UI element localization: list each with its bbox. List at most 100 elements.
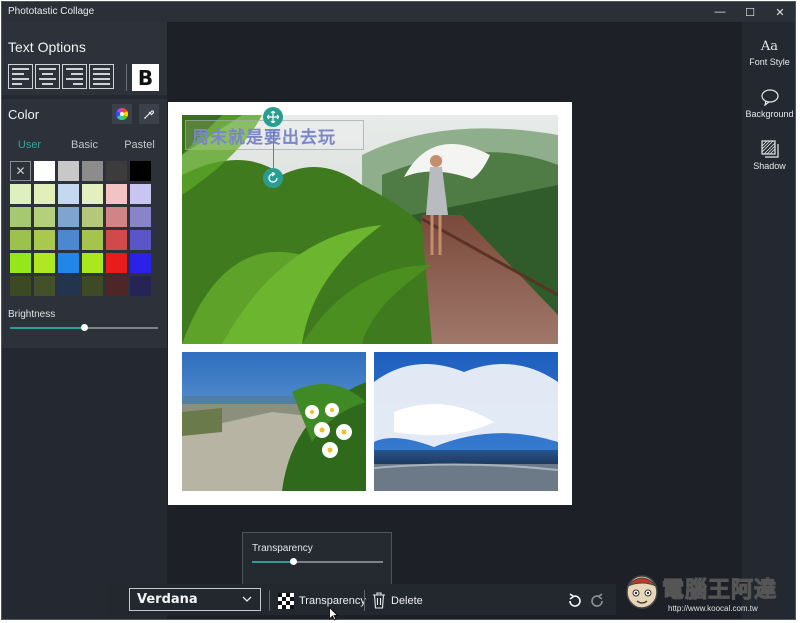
tab-basic[interactable]: Basic <box>57 139 112 151</box>
color-swatch[interactable] <box>82 161 103 181</box>
align-center-button[interactable] <box>35 64 60 89</box>
tab-pastel[interactable]: Pastel <box>112 139 167 151</box>
brightness-slider-fill <box>10 327 84 329</box>
color-swatch[interactable] <box>34 230 55 250</box>
color-swatch[interactable] <box>130 207 151 227</box>
color-swatch[interactable] <box>106 207 127 227</box>
color-swatch[interactable] <box>58 230 79 250</box>
color-title: Color <box>8 107 40 122</box>
color-swatch[interactable] <box>34 276 55 296</box>
redo-button[interactable] <box>590 590 606 611</box>
maximize-button[interactable]: ☐ <box>735 2 765 22</box>
color-swatch[interactable] <box>34 253 55 273</box>
color-swatch[interactable] <box>106 161 127 181</box>
color-swatch[interactable] <box>58 276 79 296</box>
shadow-button[interactable]: Shadow <box>742 140 795 171</box>
color-swatch[interactable] <box>130 230 151 250</box>
watermark-url: http://www.koocal.com.tw <box>668 604 758 613</box>
color-swatch[interactable] <box>82 276 103 296</box>
color-swatch[interactable] <box>10 230 31 250</box>
transparency-button-label: Transparency <box>299 594 366 607</box>
color-wheel-button[interactable] <box>112 104 132 124</box>
color-swatch[interactable] <box>10 184 31 204</box>
align-right-button[interactable] <box>62 64 87 89</box>
color-swatch[interactable] <box>58 161 79 181</box>
trash-icon <box>373 592 385 609</box>
brightness-slider[interactable] <box>10 324 158 331</box>
color-swatch[interactable] <box>82 253 103 273</box>
delete-button-label: Delete <box>391 594 423 607</box>
close-button[interactable]: ✕ <box>765 2 795 22</box>
background-button[interactable]: Background <box>742 88 795 119</box>
color-swatch[interactable] <box>106 230 127 250</box>
brightness-slider-thumb[interactable] <box>81 324 88 331</box>
color-swatch[interactable] <box>34 184 55 204</box>
tab-user[interactable]: User <box>2 139 57 151</box>
color-swatch[interactable] <box>58 184 79 204</box>
text-options-panel: Text Options B Color User Basic Pastel ✕… <box>2 22 167 619</box>
color-swatch[interactable] <box>130 161 151 181</box>
color-swatch[interactable] <box>10 253 31 273</box>
transparency-popup-label: Transparency <box>252 543 313 554</box>
transparency-slider-fill <box>252 561 293 563</box>
color-swatch[interactable] <box>130 253 151 273</box>
delete-button[interactable]: Delete <box>372 590 423 611</box>
color-swatch[interactable] <box>106 184 127 204</box>
font-style-icon: Aa <box>760 39 779 54</box>
alignment-group <box>8 64 114 89</box>
swatch-grid: ✕ <box>10 161 151 296</box>
color-swatch[interactable] <box>130 184 151 204</box>
font-dropdown-value: Verdana <box>137 592 198 607</box>
color-swatch[interactable] <box>82 184 103 204</box>
transparency-popup: Transparency <box>242 532 392 585</box>
transparency-slider[interactable] <box>252 558 383 565</box>
collage-canvas[interactable] <box>168 102 572 505</box>
background-label: Background <box>745 109 794 119</box>
watermark: 電腦王阿達 http://www.koocal.com.tw <box>624 570 794 618</box>
color-swatch[interactable] <box>106 276 127 296</box>
font-style-button[interactable]: Aa Font Style <box>742 39 795 67</box>
align-left-button[interactable] <box>8 64 33 89</box>
text-options-title: Text Options <box>8 39 86 55</box>
font-style-label: Font Style <box>749 57 790 67</box>
font-dropdown[interactable]: Verdana <box>129 588 261 611</box>
move-icon <box>267 111 279 123</box>
bold-button[interactable]: B <box>132 64 159 91</box>
window-title: Phototastic Collage <box>8 6 95 17</box>
palette-tabs: User Basic Pastel <box>2 139 167 151</box>
color-swatch[interactable] <box>130 276 151 296</box>
color-swatch[interactable] <box>106 253 127 273</box>
photo-beach[interactable] <box>374 352 558 491</box>
rotate-icon <box>268 172 278 183</box>
speech-bubble-icon <box>760 89 779 106</box>
minimize-button[interactable]: — <box>705 2 735 22</box>
undo-icon <box>569 592 581 607</box>
redo-icon <box>591 592 603 607</box>
color-swatch[interactable] <box>82 230 103 250</box>
color-swatch[interactable] <box>10 207 31 227</box>
beach-image <box>374 352 558 491</box>
color-swatch[interactable] <box>10 276 31 296</box>
title-bar: Phototastic Collage — ☐ ✕ <box>2 2 795 22</box>
photo-flowers[interactable] <box>182 352 366 491</box>
brightness-label: Brightness <box>8 309 56 320</box>
shadow-label: Shadow <box>753 161 786 171</box>
color-swatch[interactable] <box>34 207 55 227</box>
toolbar-divider <box>364 590 365 611</box>
transparency-button[interactable]: Transparency <box>278 590 366 611</box>
rotate-handle[interactable] <box>263 168 283 188</box>
divider <box>126 64 127 91</box>
color-swatch[interactable] <box>82 207 103 227</box>
transparency-slider-thumb[interactable] <box>289 558 297 565</box>
watermark-text: 電腦王阿達 <box>661 578 778 604</box>
eyedropper-button[interactable] <box>139 104 159 124</box>
undo-button[interactable] <box>566 590 582 611</box>
no-color-swatch[interactable]: ✕ <box>10 161 31 181</box>
color-swatch[interactable] <box>34 161 55 181</box>
move-handle[interactable] <box>263 107 283 127</box>
color-swatch[interactable] <box>58 207 79 227</box>
side-toolbar: Aa Font Style Background Shadow <box>742 22 795 619</box>
color-swatch[interactable] <box>58 253 79 273</box>
eyedropper-icon <box>143 110 155 120</box>
align-justify-button[interactable] <box>89 64 114 89</box>
